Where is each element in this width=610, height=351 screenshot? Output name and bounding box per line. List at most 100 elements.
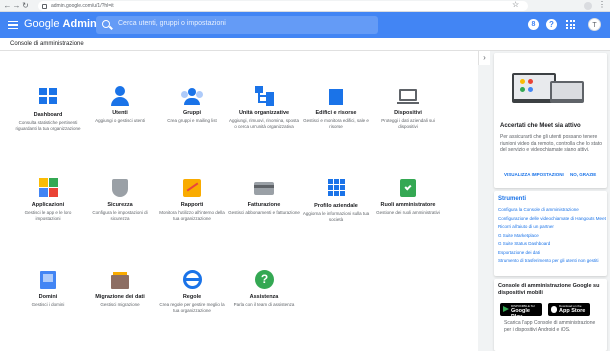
- address-bar[interactable]: admin.google.com/u/1/?hl=it: [38, 1, 528, 11]
- notification-badge-icon[interactable]: 8: [528, 19, 539, 30]
- tile-title: Domini: [38, 294, 58, 300]
- tile-description: Aggiorna le informazioni sulla tua socie…: [302, 211, 370, 222]
- tile-description: Gestisci e monitora edifici, sale e riso…: [303, 118, 369, 129]
- tile-billing[interactable]: Fatturazione Gestisci abbonamenti e fatt…: [228, 178, 300, 216]
- support-help-icon: ?: [253, 270, 275, 290]
- play-badge-big-text: Google Play: [511, 308, 530, 320]
- meet-card: Accertati che Meet sia attivo Per assicu…: [494, 53, 607, 188]
- tile-dashboard[interactable]: Dashboard Consulta statistiche pertinent…: [12, 86, 84, 131]
- search-input[interactable]: Cerca utenti, gruppi o impostazioni: [96, 16, 378, 34]
- meet-card-title: Accertati che Meet sia attivo: [500, 123, 581, 129]
- tile-title: Regole: [182, 294, 202, 300]
- tile-description: Gestisci migrazione: [100, 302, 140, 307]
- collapse-panel-chevron-icon[interactable]: ›: [478, 51, 490, 65]
- tile-description: Gestisci i domini: [31, 302, 65, 307]
- tile-domains[interactable]: Domini Gestisci i domini: [12, 270, 84, 308]
- google-admin-logo[interactable]: Google Admin: [24, 18, 97, 30]
- tools-link[interactable]: Configurazione delle videochiamate di Ha…: [498, 216, 606, 222]
- shield-icon: [109, 178, 131, 198]
- user-icon: [109, 86, 131, 106]
- dismiss-link[interactable]: NO, GRAZIE: [570, 172, 596, 177]
- google-apps-grid-icon[interactable]: [565, 19, 576, 30]
- tile-description: Gestisci abbonamenti e fatturazione: [228, 210, 300, 215]
- tile-org-units[interactable]: Unità organizzative Aggiungi, rimuovi, r…: [228, 86, 300, 129]
- tile-description: Gestisci le app e le loro impostazioni: [24, 210, 72, 221]
- company-profile-icon: [325, 179, 347, 199]
- data-migration-icon: [109, 270, 131, 290]
- lock-icon: [42, 3, 47, 9]
- apple-icon: [551, 306, 557, 313]
- account-avatar[interactable]: T: [588, 18, 601, 31]
- devices-icon: [397, 86, 419, 106]
- tile-apps[interactable]: Applicazioni Gestisci le app e le loro i…: [12, 178, 84, 221]
- mobile-card-description: Scarica l'app Console di amministrazione…: [504, 320, 596, 333]
- tile-title: Dashboard: [33, 112, 63, 118]
- reload-icon[interactable]: ↻: [21, 1, 30, 11]
- apps-icon: [37, 178, 59, 198]
- tile-title: Gruppi: [182, 110, 202, 116]
- tile-title: Utenti: [112, 110, 128, 116]
- tile-description: Parla con il team di assistenza: [233, 302, 295, 307]
- play-store-icon: [503, 306, 509, 312]
- tile-rules[interactable]: Regole Crea regole per gestire meglio la…: [156, 270, 228, 313]
- tile-description: Gestione dei ruoli amministrativi: [376, 210, 440, 215]
- tile-buildings[interactable]: Edifici e risorse Gestisci e monitora ed…: [300, 86, 372, 129]
- tile-reports[interactable]: Rapporti Monitora l'utilizzo all'interno…: [156, 178, 228, 221]
- tools-link[interactable]: Configura la Console di amministrazione: [498, 207, 606, 213]
- tools-link[interactable]: Esportazione dei dati: [498, 250, 606, 256]
- breadcrumb-bar: Console di amministrazione: [0, 38, 610, 51]
- view-settings-link[interactable]: VISUALIZZA IMPOSTAZIONI: [504, 172, 564, 177]
- billing-card-icon: [253, 178, 275, 198]
- tools-list: Configura la Console di amministrazione …: [498, 207, 606, 267]
- app-header: Google Admin Cerca utenti, gruppi o impo…: [0, 12, 610, 38]
- tools-card: Strumenti Configura la Console di ammini…: [494, 191, 607, 276]
- tile-users[interactable]: Utenti Aggiungi o gestisci utenti: [84, 86, 156, 124]
- app-store-badge[interactable]: Download on the App Store: [548, 303, 590, 316]
- tile-company-profile[interactable]: Profilo aziendale Aggiorna le informazio…: [300, 178, 372, 222]
- tile-description: Consulta statistiche pertinenti riguarda…: [15, 120, 81, 131]
- apple-badge-big-text: App Store: [559, 308, 586, 314]
- help-icon[interactable]: ?: [546, 19, 557, 30]
- logo-admin-text: Admin: [62, 18, 97, 30]
- dashboard-icon: [37, 88, 59, 108]
- mobile-card-title: Console di amministrazione Google su dis…: [498, 283, 600, 296]
- tile-security[interactable]: Sicurezza Configura le impostazioni di s…: [84, 178, 156, 221]
- building-icon: [325, 86, 347, 106]
- tile-description: Proteggi i dati aziendali sui dispositiv…: [381, 118, 435, 129]
- tools-link[interactable]: G Suite Marketplace: [498, 233, 606, 239]
- search-placeholder: Cerca utenti, gruppi o impostazioni: [118, 20, 226, 27]
- tile-admin-roles[interactable]: Ruoli amministratore Gestione dei ruoli …: [372, 178, 444, 216]
- tile-description: Crea regole per gestire meglio la tua or…: [159, 302, 225, 313]
- browser-profile-icon[interactable]: [584, 2, 592, 10]
- tile-groups[interactable]: Gruppi Crea gruppi e mailing list: [156, 86, 228, 124]
- tile-support[interactable]: ? Assistenza Parla con il team di assist…: [228, 270, 300, 308]
- tile-description: Configura le impostazioni di sicurezza: [92, 210, 148, 221]
- video-call-illustration: [512, 63, 587, 113]
- domain-icon: [37, 270, 59, 290]
- tile-title: Ruoli amministratore: [380, 202, 436, 208]
- tools-link[interactable]: Ricorri all'aiuto di un partner: [498, 224, 606, 230]
- search-icon: [102, 20, 110, 28]
- tools-link[interactable]: G Suite Status Dashboard: [498, 241, 606, 247]
- tile-title: Dispositivi: [394, 110, 422, 116]
- tile-description: Aggiungi, rimuovi, rinomina, sposta o ce…: [228, 118, 300, 129]
- forward-arrow-icon[interactable]: →: [12, 1, 21, 11]
- tile-devices[interactable]: Dispositivi Proteggi i dati aziendali su…: [372, 86, 444, 129]
- tile-data-migration[interactable]: Migrazione dei dati Gestisci migrazione: [84, 270, 156, 308]
- bookmark-star-icon[interactable]: ☆: [512, 0, 519, 9]
- logo-google-text: Google: [24, 18, 60, 30]
- org-units-icon: [253, 86, 275, 106]
- browser-menu-icon[interactable]: ⋮: [598, 0, 606, 9]
- tile-title: Edifici e risorse: [315, 110, 357, 116]
- back-arrow-icon[interactable]: ←: [3, 1, 12, 11]
- breadcrumb: Console di amministrazione: [10, 41, 84, 47]
- tools-link[interactable]: Strumento di trasferimento per gli utent…: [498, 258, 606, 264]
- tile-title: Sicurezza: [107, 202, 133, 208]
- admin-tiles-panel: Dashboard Consulta statistiche pertinent…: [0, 51, 478, 351]
- reports-icon: [181, 178, 203, 198]
- google-play-badge[interactable]: DISPONIBILE SU Google Play: [500, 303, 542, 320]
- tile-title: Unità organizzative: [238, 110, 290, 116]
- meet-card-body: Per assicurarti che gli utenti possano t…: [500, 134, 603, 153]
- url-text: admin.google.com/u/1/?hl=it: [51, 3, 114, 9]
- hamburger-menu-icon[interactable]: [8, 21, 18, 29]
